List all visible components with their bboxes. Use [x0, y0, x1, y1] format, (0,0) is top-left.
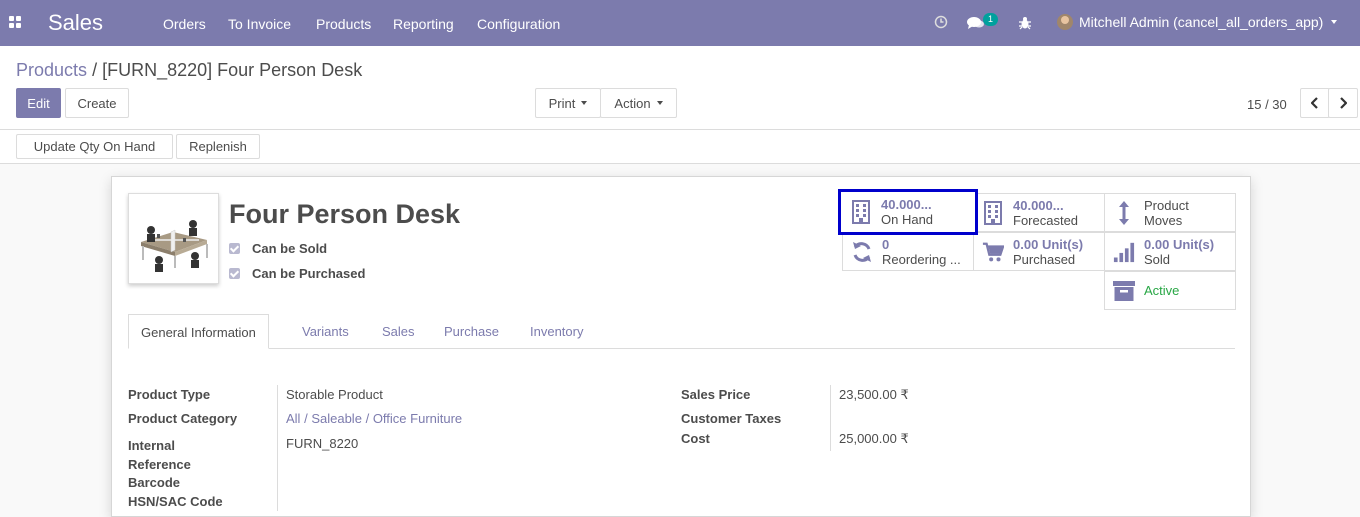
pager-previous-button[interactable]	[1300, 88, 1330, 118]
hsn-sac-code-label: HSN/SAC Code	[128, 494, 223, 509]
product-category-label: Product Category	[128, 411, 238, 426]
can-be-purchased-checkbox[interactable]: Can be Purchased	[229, 266, 365, 281]
internal-reference-field[interactable]: FURN_8220	[286, 436, 358, 451]
sales-price-field[interactable]: 23,500.00 ₹	[839, 387, 909, 403]
product-type-field[interactable]: Storable Product	[286, 387, 383, 402]
breadcrumb-current: [FURN_8220] Four Person Desk	[102, 60, 363, 80]
chevron-left-icon	[1311, 97, 1318, 109]
shopping-cart-icon	[982, 242, 1004, 261]
control-panel: Products / [FURN_8220] Four Person Desk …	[0, 46, 1360, 130]
menu-reporting[interactable]: Reporting	[393, 16, 454, 32]
breadcrumb-products-link[interactable]: Products	[16, 60, 87, 80]
forecasted-smart-button[interactable]: 40.000... Forecasted	[973, 193, 1105, 232]
chevron-right-icon	[1340, 97, 1347, 109]
cost-label: Cost	[681, 431, 710, 446]
top-navbar: Sales Orders To Invoice Products Reporti…	[0, 0, 1360, 46]
on-hand-smart-button[interactable]: 40.000... On Hand	[838, 189, 978, 235]
pager-next-button[interactable]	[1328, 88, 1358, 118]
user-caret-icon	[1331, 20, 1338, 24]
replenish-button[interactable]: Replenish	[176, 134, 260, 159]
purchased-smart-button[interactable]: 0.00 Unit(s) Purchased	[973, 232, 1105, 271]
internal-reference-label: Internal Reference	[128, 438, 191, 472]
cost-field[interactable]: 25,000.00 ₹	[839, 431, 909, 447]
create-button[interactable]: Create	[65, 88, 129, 118]
apps-menu-icon[interactable]	[9, 16, 23, 30]
tab-purchase[interactable]: Purchase	[444, 314, 499, 349]
on-hand-value: 40.000...	[881, 197, 932, 212]
menu-to-invoice[interactable]: To Invoice	[228, 16, 291, 32]
notebook-tabs: General Information Variants Sales Purch…	[128, 314, 1235, 349]
sales-price-label: Sales Price	[681, 387, 751, 402]
breadcrumb: Products / [FURN_8220] Four Person Desk	[16, 60, 363, 80]
product-moves-smart-button[interactable]: Product Moves	[1104, 193, 1236, 232]
status-bar: Update Qty On Hand Replenish	[0, 130, 1360, 164]
update-qty-on-hand-button[interactable]: Update Qty On Hand	[16, 134, 173, 159]
tab-variants[interactable]: Variants	[302, 314, 349, 349]
product-type-label: Product Type	[128, 387, 211, 402]
checkbox-checked-icon[interactable]	[229, 243, 240, 254]
product-image[interactable]	[128, 193, 219, 284]
active-toggle-button[interactable]: Active	[1104, 271, 1236, 310]
print-dropdown[interactable]: Print	[535, 88, 601, 118]
building-icon	[852, 200, 870, 224]
refresh-icon	[853, 241, 871, 262]
user-name: Mitchell Admin (cancel_all_orders_app)	[1079, 14, 1324, 30]
user-menu[interactable]: Mitchell Admin (cancel_all_orders_app)	[1057, 14, 1338, 30]
forecasted-value: 40.000...	[1013, 197, 1064, 213]
customer-taxes-label: Customer Taxes	[681, 411, 782, 426]
signal-bars-icon	[1113, 242, 1135, 262]
arrows-vertical-icon	[1119, 200, 1129, 225]
menu-orders[interactable]: Orders	[163, 16, 206, 32]
barcode-label: Barcode	[128, 475, 181, 490]
tab-sales[interactable]: Sales	[382, 314, 415, 349]
building-icon	[984, 200, 1002, 225]
menu-products[interactable]: Products	[316, 16, 371, 32]
form-sheet: Four Person Desk Can be Sold Can be Purc…	[111, 176, 1251, 517]
messages-count-badge: 1	[983, 13, 998, 26]
sold-smart-button[interactable]: 0.00 Unit(s) Sold	[1104, 232, 1236, 271]
archive-icon	[1113, 280, 1135, 301]
reordering-smart-button[interactable]: 0 Reordering ...	[842, 232, 974, 271]
menu-configuration[interactable]: Configuration	[477, 16, 560, 32]
tab-general-information[interactable]: General Information	[128, 314, 269, 349]
product-name[interactable]: Four Person Desk	[229, 199, 460, 230]
tab-inventory[interactable]: Inventory	[530, 314, 583, 349]
pager-value[interactable]: 15 / 30	[1247, 97, 1287, 112]
app-brand[interactable]: Sales	[48, 10, 103, 36]
user-avatar	[1057, 14, 1073, 30]
edit-button[interactable]: Edit	[16, 88, 61, 118]
active-status: Active	[1144, 283, 1180, 298]
can-be-sold-checkbox[interactable]: Can be Sold	[229, 241, 327, 256]
action-dropdown[interactable]: Action	[600, 88, 677, 118]
clock-icon[interactable]	[934, 15, 948, 29]
checkbox-checked-icon[interactable]	[229, 268, 240, 279]
product-category-field[interactable]: All / Saleable / Office Furniture	[286, 411, 462, 426]
desk-image	[129, 194, 218, 283]
bug-icon[interactable]	[1018, 16, 1032, 30]
